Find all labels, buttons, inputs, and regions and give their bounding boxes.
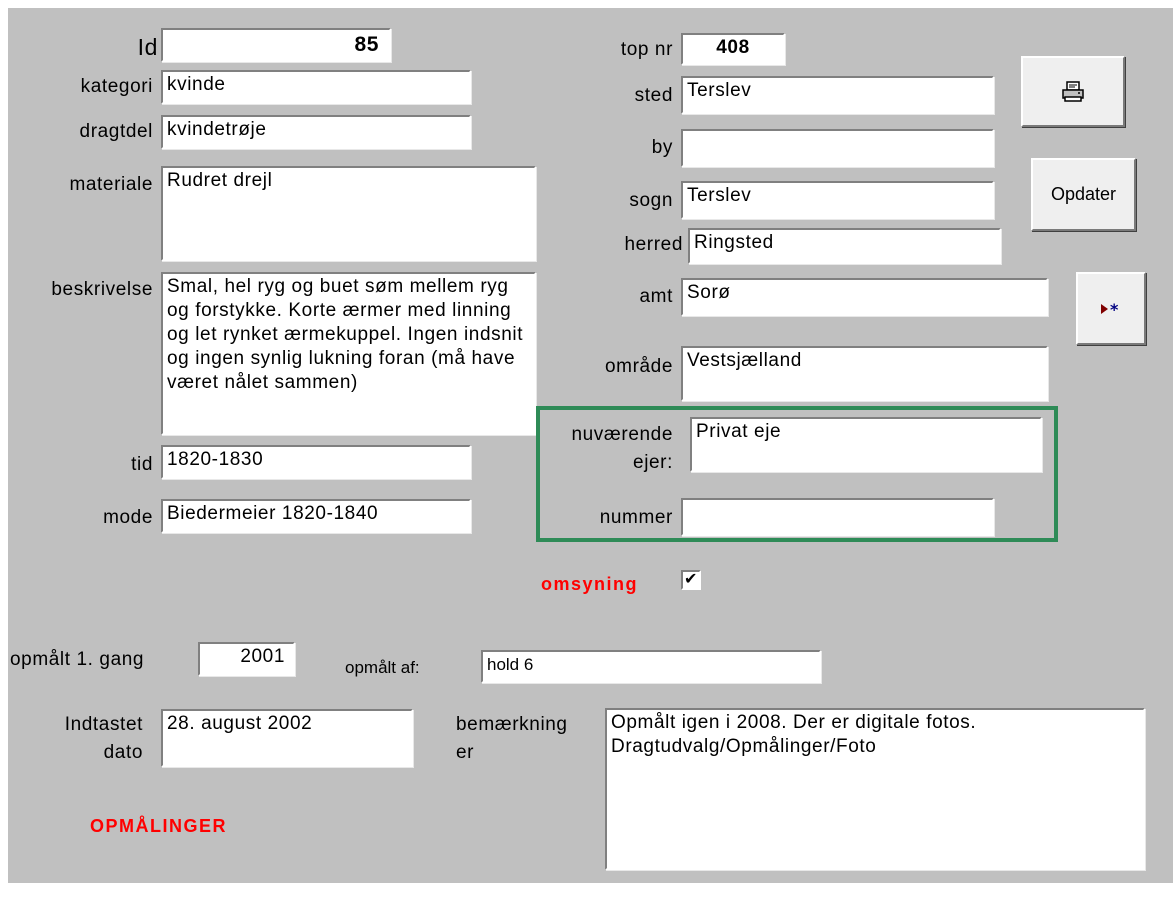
bemaerkninger-label-line1: bemærkning: [456, 714, 568, 735]
materiale-field[interactable]: Rudret drejl: [161, 166, 536, 261]
opmaalt-af-label: opmålt af:: [345, 658, 420, 677]
nummer-label: nummer: [599, 507, 673, 528]
dragtdel-label: dragtdel: [79, 121, 153, 142]
top-nr-label: top nr: [620, 39, 673, 60]
ejer-label-line1: nuværende: [571, 424, 673, 445]
opdater-button[interactable]: Opdater: [1031, 158, 1136, 231]
omraade-label: område: [604, 356, 673, 377]
printer-icon: [1062, 80, 1084, 102]
opmaalt-af-field[interactable]: hold 6: [481, 650, 821, 683]
indtastet-field[interactable]: 28. august 2002: [161, 709, 413, 767]
print-button[interactable]: [1021, 56, 1125, 127]
bemaerkninger-field[interactable]: Opmålt igen i 2008. Der er digitale foto…: [605, 708, 1145, 870]
tid-field[interactable]: 1820-1830: [161, 445, 471, 479]
opmaalt-gang-field[interactable]: 2001: [198, 642, 295, 676]
dragtdel-field[interactable]: kvindetrøje: [161, 115, 471, 149]
id-label: Id: [137, 34, 158, 60]
beskrivelse-field[interactable]: Smal, hel ryg og buet søm mellem ryg og …: [161, 272, 536, 435]
mode-label: mode: [103, 507, 153, 528]
opmaalinger-link[interactable]: OPMÅLINGER: [90, 816, 227, 837]
by-field[interactable]: [681, 129, 994, 167]
beskrivelse-label: beskrivelse: [51, 279, 153, 300]
sted-field[interactable]: Terslev: [681, 76, 994, 114]
materiale-label: materiale: [69, 174, 153, 195]
bemaerkninger-label-line2: er: [456, 742, 475, 763]
record-form: Id 85 kategori kvinde dragtdel kvindetrø…: [8, 8, 1173, 883]
omraade-field[interactable]: Vestsjælland: [681, 346, 1048, 401]
sted-label: sted: [634, 85, 673, 106]
omsyning-label: omsyning: [541, 574, 639, 594]
mode-field[interactable]: Biedermeier 1820-1840: [161, 499, 471, 533]
ejer-field[interactable]: Privat eje: [690, 417, 1042, 472]
indtastet-label-line1: Indtastet: [64, 714, 143, 735]
check-mark-icon: ✔: [684, 569, 698, 588]
omsyning-checkbox[interactable]: ✔: [681, 569, 701, 590]
ejer-label-line2: ejer:: [633, 452, 673, 473]
amt-field[interactable]: Sorø: [681, 278, 1048, 316]
herred-field[interactable]: Ringsted: [688, 228, 1001, 264]
herred-label: herred: [624, 234, 683, 255]
sogn-label: sogn: [629, 190, 673, 211]
indtastet-label-line2: dato: [103, 742, 143, 763]
by-label: by: [651, 137, 673, 158]
top-nr-field[interactable]: 408: [681, 33, 785, 65]
tid-label: tid: [131, 454, 153, 475]
amt-label: amt: [639, 286, 673, 307]
sogn-field[interactable]: Terslev: [681, 181, 994, 219]
nummer-field[interactable]: [681, 498, 994, 536]
kategori-label: kategori: [80, 76, 153, 97]
id-field[interactable]: 85: [161, 28, 391, 62]
kategori-field[interactable]: kvinde: [161, 70, 471, 104]
new-record-button[interactable]: *: [1076, 272, 1146, 345]
new-record-icon: *: [1101, 301, 1119, 317]
svg-text:*: *: [1110, 301, 1119, 317]
opmaalt-gang-label: opmålt 1. gang: [10, 649, 145, 670]
